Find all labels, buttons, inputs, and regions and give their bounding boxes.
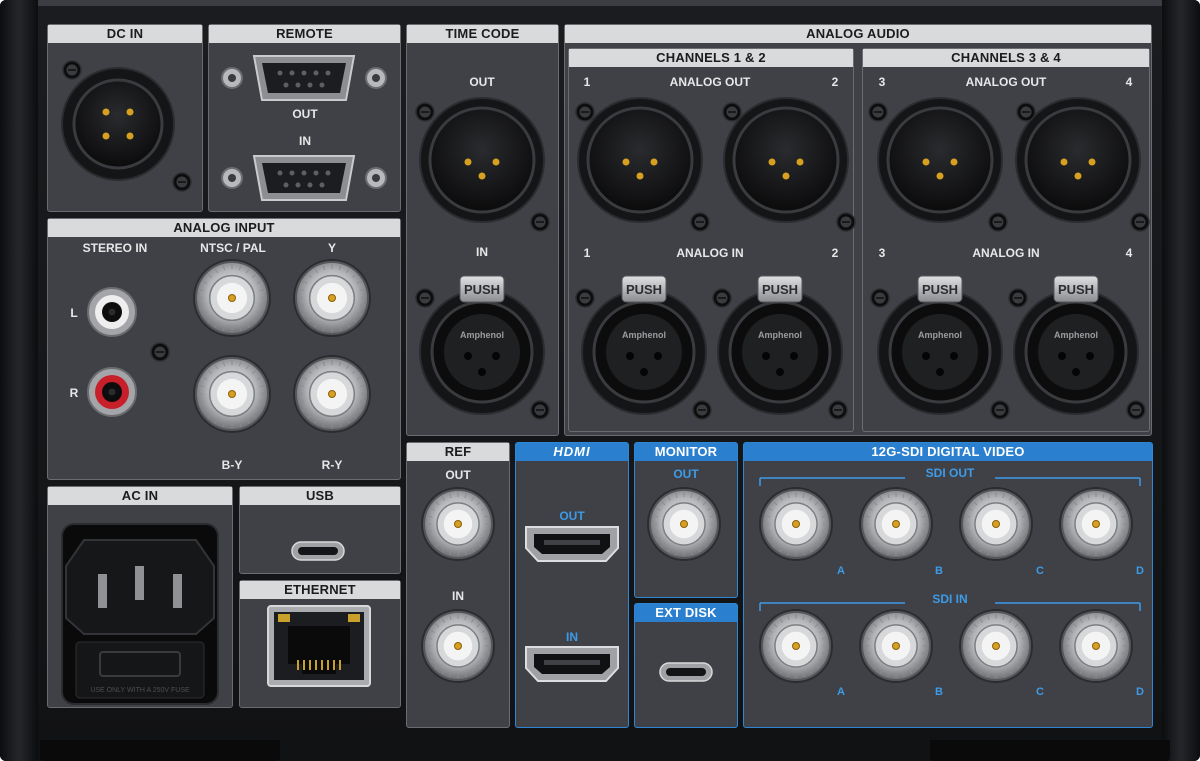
remote-out-connector: [221, 55, 387, 101]
svg-text:PUSH: PUSH: [464, 282, 500, 297]
sdi-in-a-bnc: [759, 609, 833, 683]
sdi-out-b-bnc: [859, 487, 933, 561]
connector-artwork: AmphenolPUSHAmphenolPUSHAmphenolPUSHAmph…: [61, 55, 1150, 705]
screw: [530, 212, 550, 232]
hdmi-in-port: [525, 646, 619, 682]
svg-text:PUSH: PUSH: [626, 282, 662, 297]
sdi-out-c-bnc: [959, 487, 1033, 561]
screw: [712, 288, 732, 308]
audio-in-3-xlr: Amphenol PUSH: [877, 275, 1003, 415]
screw: [575, 102, 595, 122]
screw: [1130, 212, 1150, 232]
monitor-out-bnc: [647, 487, 721, 561]
audio-out-4-xlr: [1015, 97, 1141, 223]
time-code-out-xlr: [419, 97, 545, 223]
sdi-out-bracket: [759, 477, 1141, 486]
remote-in-connector: [221, 155, 387, 201]
svg-text:Amphenol: Amphenol: [1054, 330, 1098, 340]
ref-out-bnc: [421, 487, 495, 561]
screw: [530, 400, 550, 420]
y-bnc: [293, 259, 371, 337]
screw: [828, 400, 848, 420]
svg-text:PUSH: PUSH: [1058, 282, 1094, 297]
sdi-in-b-bnc: [859, 609, 933, 683]
screw: [1126, 400, 1146, 420]
audio-in-1-xlr: Amphenol PUSH: [581, 275, 707, 415]
screw: [575, 288, 595, 308]
screw: [1016, 102, 1036, 122]
audio-out-2-xlr: [723, 97, 849, 223]
audio-out-3-xlr: [877, 97, 1003, 223]
screw: [62, 60, 82, 80]
sdi-in-c-bnc: [959, 609, 1033, 683]
svg-text:Amphenol: Amphenol: [918, 330, 962, 340]
screw: [150, 342, 170, 362]
sdi-out-a-bnc: [759, 487, 833, 561]
ntsc-pal-bnc: [193, 259, 271, 337]
b-y-bnc: [193, 355, 271, 433]
svg-text:Amphenol: Amphenol: [622, 330, 666, 340]
r-y-bnc: [293, 355, 371, 433]
screw: [868, 102, 888, 122]
usb-c-port: [291, 541, 345, 561]
ac-in-socket: USE ONLY WITH A 250V FUSE: [61, 523, 219, 705]
sdi-out-d-bnc: [1059, 487, 1133, 561]
time-code-in-xlr: Amphenol PUSH: [419, 275, 545, 415]
svg-text:USE ONLY WITH A 250V FUSE: USE ONLY WITH A 250V FUSE: [90, 687, 190, 694]
stereo-in-right-rca: [87, 367, 137, 417]
screw: [415, 102, 435, 122]
screw: [870, 288, 890, 308]
screw: [990, 400, 1010, 420]
screw: [172, 172, 192, 192]
ref-in-bnc: [421, 609, 495, 683]
hdmi-out-port: [525, 526, 619, 562]
screw: [692, 400, 712, 420]
ethernet-port: [267, 605, 371, 687]
svg-text:Amphenol: Amphenol: [460, 330, 504, 340]
screw: [722, 102, 742, 122]
audio-in-2-xlr: Amphenol PUSH: [717, 275, 843, 415]
svg-text:PUSH: PUSH: [922, 282, 958, 297]
svg-text:PUSH: PUSH: [762, 282, 798, 297]
screw: [415, 288, 435, 308]
stereo-in-left-rca: [87, 287, 137, 337]
sdi-in-d-bnc: [1059, 609, 1133, 683]
screw: [836, 212, 856, 232]
audio-in-4-xlr: Amphenol PUSH: [1013, 275, 1139, 415]
svg-text:Amphenol: Amphenol: [758, 330, 802, 340]
screw: [1008, 288, 1028, 308]
audio-out-1-xlr: [577, 97, 703, 223]
sdi-in-bracket: [759, 602, 1141, 611]
ext-disk-usb-c-port: [659, 662, 713, 682]
dc-in-connector: [61, 67, 175, 181]
screw: [988, 212, 1008, 232]
screw: [690, 212, 710, 232]
